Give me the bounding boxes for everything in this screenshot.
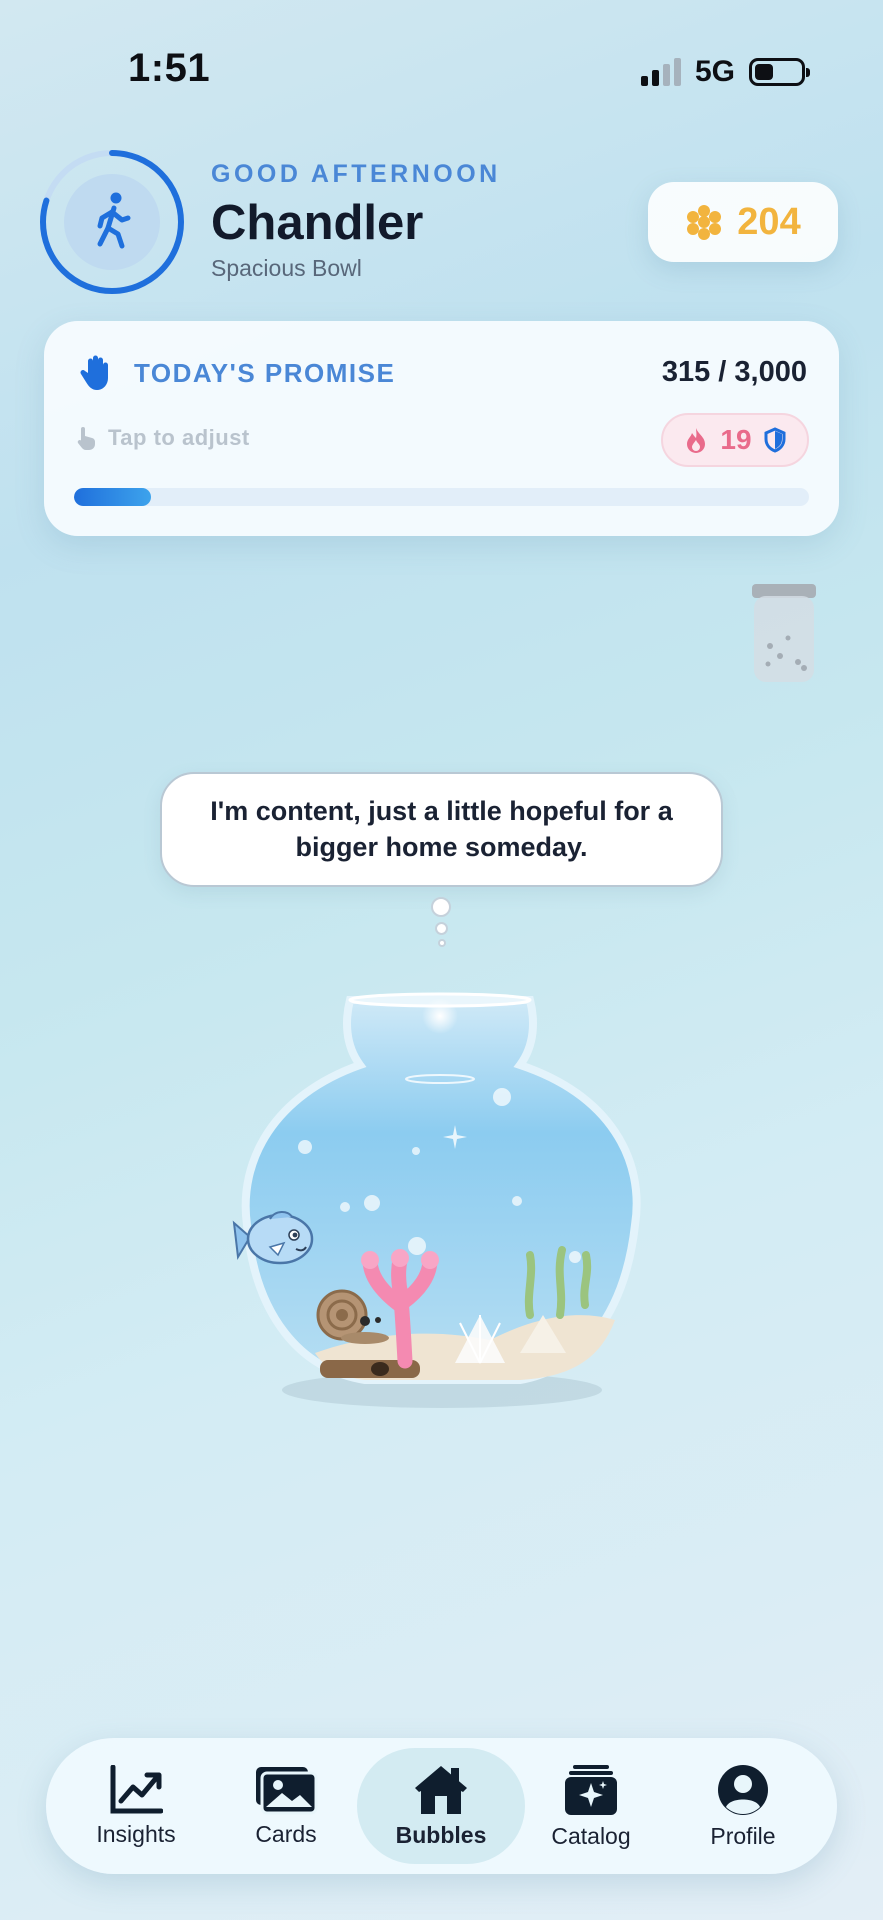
hand-icon bbox=[80, 355, 108, 390]
tab-bar: Insights Cards Bubbles Catalog Profile bbox=[46, 1738, 837, 1874]
thought-dot-medium bbox=[435, 922, 448, 935]
profile-icon bbox=[718, 1764, 768, 1815]
jar-icon[interactable] bbox=[750, 584, 818, 684]
todays-promise-card[interactable]: TODAY'S PROMISE 315 / 3,000 Tap to adjus… bbox=[44, 321, 839, 536]
thought-dot-small bbox=[438, 939, 446, 947]
shield-icon bbox=[764, 427, 786, 453]
greeting-text: GOOD AFTERNOON bbox=[211, 160, 501, 188]
promise-progress-fill bbox=[74, 488, 152, 506]
tap-hint-text: Tap to adjust bbox=[108, 425, 250, 450]
tab-label: Bubbles bbox=[395, 1821, 487, 1848]
photos-icon bbox=[256, 1766, 318, 1814]
tab-profile[interactable]: Profile bbox=[683, 1738, 803, 1874]
network-label: 5G bbox=[694, 55, 735, 88]
tab-cards[interactable]: Cards bbox=[226, 1738, 346, 1874]
coin-balance-button[interactable]: 204 bbox=[648, 182, 838, 262]
chart-icon bbox=[110, 1764, 163, 1813]
status-time: 1:51 bbox=[128, 46, 211, 90]
step-progress-ring[interactable] bbox=[38, 148, 186, 296]
tab-label: Profile bbox=[710, 1822, 776, 1849]
tap-hand-icon bbox=[77, 427, 95, 450]
flame-icon bbox=[687, 428, 706, 453]
tab-catalog[interactable]: Catalog bbox=[531, 1738, 651, 1874]
promise-title: TODAY'S PROMISE bbox=[134, 358, 396, 388]
tap-to-adjust[interactable]: Tap to adjust bbox=[74, 425, 250, 451]
catalog-icon bbox=[565, 1764, 617, 1815]
status-indicators: 5G bbox=[640, 52, 810, 92]
tab-insights[interactable]: Insights bbox=[76, 1738, 196, 1874]
bowl-subtitle: Spacious Bowl bbox=[211, 255, 362, 281]
tab-label: Insights bbox=[96, 1820, 176, 1847]
user-name: Chandler bbox=[211, 196, 424, 250]
speech-bubble: I'm content, just a little hopeful for a… bbox=[160, 772, 723, 887]
thought-dot-large bbox=[431, 897, 451, 917]
promise-count: 315 / 3,000 bbox=[661, 356, 807, 388]
tab-label: Catalog bbox=[551, 1822, 631, 1849]
coin-count: 204 bbox=[737, 200, 801, 243]
streak-badge[interactable]: 19 bbox=[661, 413, 809, 467]
coin-cluster-icon bbox=[687, 205, 722, 240]
streak-count: 19 bbox=[720, 424, 752, 455]
cellular-signal-icon bbox=[640, 58, 681, 86]
fish-bowl[interactable] bbox=[230, 985, 650, 1415]
home-icon bbox=[415, 1765, 467, 1814]
tab-bubbles[interactable]: Bubbles bbox=[381, 1738, 501, 1874]
tab-label: Cards bbox=[255, 1820, 317, 1847]
promise-progress-bar bbox=[74, 488, 809, 506]
battery-icon bbox=[749, 58, 810, 86]
